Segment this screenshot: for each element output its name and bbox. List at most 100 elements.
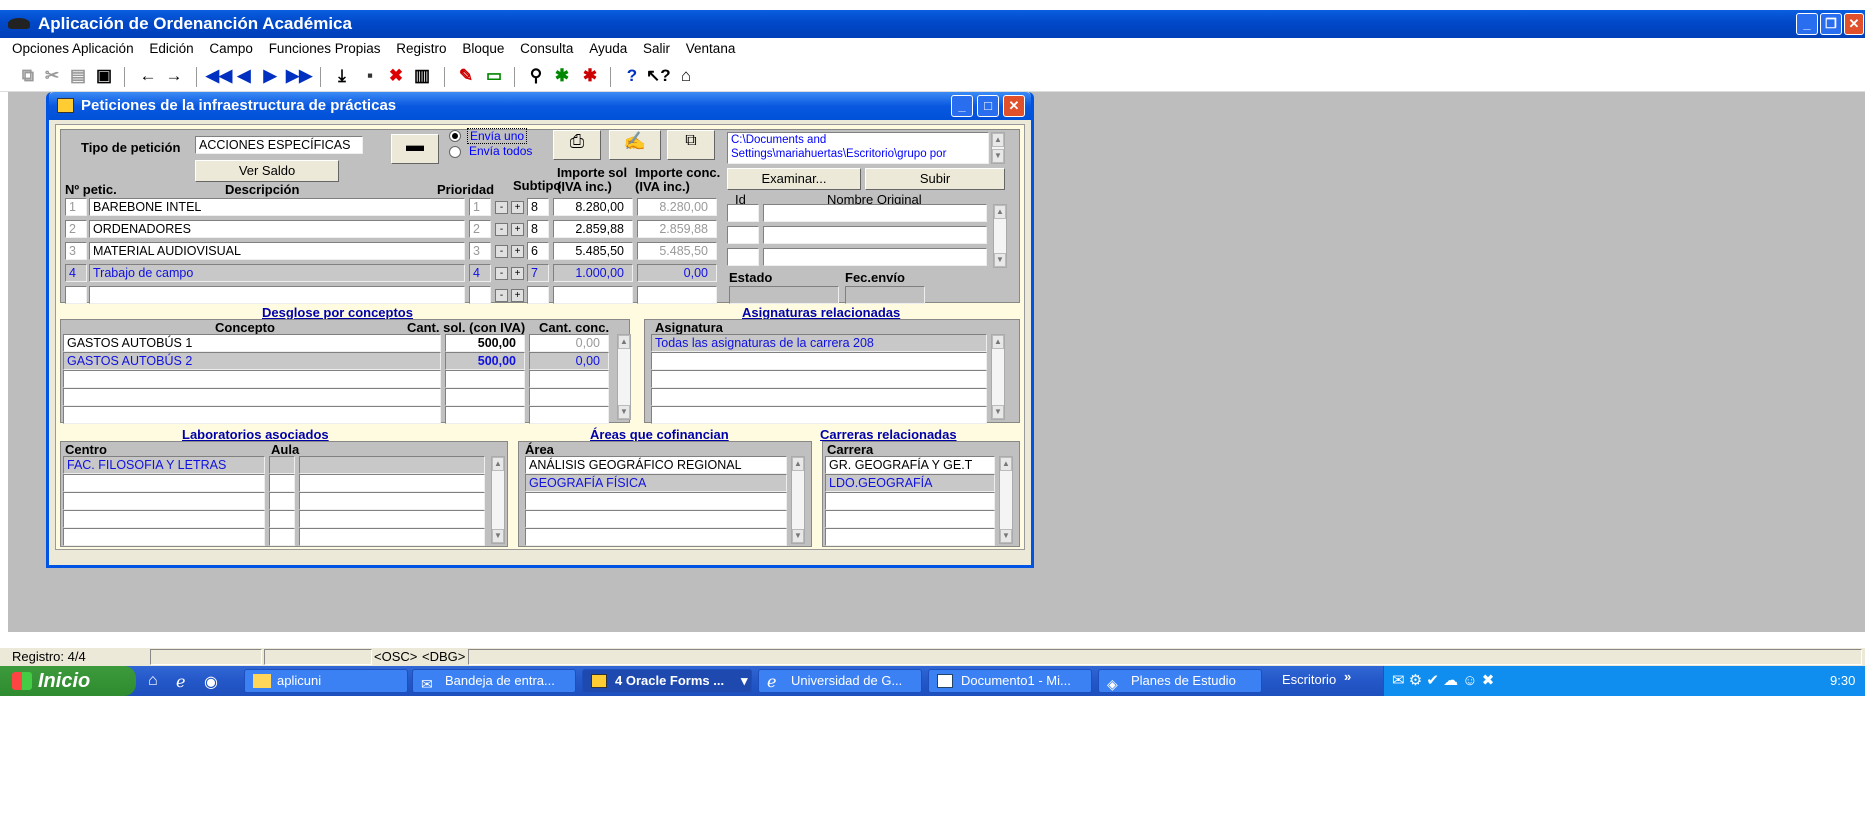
peticion-importe-conc-field[interactable]: [637, 286, 717, 304]
peticion-subtipo-field[interactable]: 8: [527, 198, 549, 216]
radio-envia-todos[interactable]: [449, 146, 461, 158]
peticion-prio-field[interactable]: 1: [469, 198, 491, 216]
menu-ayuda[interactable]: Ayuda: [589, 38, 627, 60]
aula-code-field[interactable]: [269, 474, 295, 492]
back-arrow-icon[interactable]: ←: [136, 65, 160, 87]
peticion-subtipo-field[interactable]: 7: [527, 264, 549, 282]
labs-scroll-up-icon[interactable]: ▲: [492, 457, 504, 471]
carrera-field[interactable]: [825, 492, 995, 510]
download-icon[interactable]: ⤓: [330, 65, 354, 87]
areas-scrollbar[interactable]: ▲ ▼: [791, 456, 805, 544]
peticion-prio-field[interactable]: 4: [469, 264, 491, 282]
peticion-importe-sol-field[interactable]: 2.859,88: [553, 220, 633, 238]
area-field[interactable]: ANÁLISIS GEOGRÁFICO REGIONAL: [525, 456, 787, 474]
centro-field[interactable]: [63, 474, 265, 492]
menu-ventana[interactable]: Ventana: [686, 38, 736, 60]
peticion-desc-field[interactable]: MATERIAL AUDIOVISUAL: [89, 242, 465, 260]
peticion-num-field[interactable]: 2: [65, 220, 87, 238]
examinar-button[interactable]: Examinar...: [727, 168, 861, 190]
centro-field[interactable]: [63, 492, 265, 510]
asignatura-field[interactable]: [651, 352, 987, 370]
decrement-icon[interactable]: -: [495, 223, 508, 236]
card-button[interactable]: ▬: [391, 134, 439, 164]
task-documento1[interactable]: Documento1 - Mi...: [928, 669, 1092, 693]
centro-field[interactable]: FAC. FILOSOFIA Y LETRAS: [63, 456, 265, 474]
increment-icon[interactable]: +: [511, 201, 524, 214]
aula-code-field[interactable]: [269, 492, 295, 510]
menu-opciones[interactable]: Opciones Aplicación: [12, 38, 134, 60]
file-id-field[interactable]: [727, 248, 759, 266]
areas-scroll-down-icon[interactable]: ▼: [792, 529, 804, 543]
scroll-down-icon[interactable]: ▼: [992, 149, 1004, 163]
path-scrollbar[interactable]: ▲ ▼: [991, 132, 1005, 164]
files-scroll-up-icon[interactable]: ▲: [994, 205, 1006, 219]
file-nombre-field[interactable]: [763, 248, 987, 266]
subir-button[interactable]: Subir: [865, 168, 1005, 190]
copy-doc-button[interactable]: ⧉: [667, 130, 715, 160]
start-button[interactable]: Inicio: [0, 666, 136, 696]
centro-field[interactable]: [63, 528, 265, 546]
cant-conc-field[interactable]: [529, 370, 609, 388]
increment-icon[interactable]: +: [511, 289, 524, 302]
peticion-importe-conc-field[interactable]: 2.859,88: [637, 220, 717, 238]
carrera-field[interactable]: GR. GEOGRAFÍA Y GE.T: [825, 456, 995, 474]
paste-special-icon[interactable]: ▣: [92, 65, 116, 87]
cancel-query-icon[interactable]: ✱: [578, 65, 602, 87]
area-field[interactable]: [525, 528, 787, 546]
peticion-importe-conc-field[interactable]: 0,00: [637, 264, 717, 282]
cant-conc-field[interactable]: [529, 388, 609, 406]
peticion-importe-sol-field[interactable]: 1.000,00: [553, 264, 633, 282]
decrement-icon[interactable]: -: [495, 201, 508, 214]
peticion-num-field[interactable]: 1: [65, 198, 87, 216]
peticion-subtipo-field[interactable]: 8: [527, 220, 549, 238]
task-universidad[interactable]: ℯ Universidad de G...: [758, 669, 922, 693]
aula-code-field[interactable]: [269, 456, 295, 474]
peticion-prio-field[interactable]: 2: [469, 220, 491, 238]
cant-conc-field[interactable]: 0,00: [529, 334, 609, 352]
chevron-right-icon[interactable]: »: [1344, 669, 1351, 684]
concepto-field[interactable]: GASTOS AUTOBÚS 1: [63, 334, 441, 352]
peticion-desc-field[interactable]: [89, 286, 465, 304]
aula-name-field[interactable]: [299, 510, 485, 528]
save-icon[interactable]: ▪: [358, 65, 382, 87]
tipo-field[interactable]: ACCIONES ESPECÍFICAS: [195, 136, 363, 154]
execute-query-icon[interactable]: ✱: [550, 65, 574, 87]
cant-sol-field[interactable]: [445, 370, 525, 388]
path-field[interactable]: C:\Documents and Settings\mariahuertas\E…: [727, 132, 989, 164]
peticion-subtipo-field[interactable]: 6: [527, 242, 549, 260]
prev-record-icon[interactable]: ◀: [232, 65, 256, 87]
aula-code-field[interactable]: [269, 528, 295, 546]
asignatura-field[interactable]: [651, 370, 987, 388]
ver-saldo-button[interactable]: Ver Saldo: [195, 160, 339, 182]
peticion-desc-field[interactable]: ORDENADORES: [89, 220, 465, 238]
menu-edicion[interactable]: Edición: [149, 38, 193, 60]
aula-name-field[interactable]: [299, 528, 485, 546]
menu-bloque[interactable]: Bloque: [462, 38, 504, 60]
escritorio-toolbar[interactable]: Escritorio: [1282, 672, 1336, 687]
areas-scroll-up-icon[interactable]: ▲: [792, 457, 804, 471]
duplicate-icon[interactable]: ▥: [410, 65, 434, 87]
help-icon[interactable]: ?: [620, 65, 644, 87]
close-icon[interactable]: ✕: [1844, 13, 1864, 35]
files-scroll-down-icon[interactable]: ▼: [994, 253, 1006, 267]
peticion-desc-field[interactable]: Trabajo de campo: [89, 264, 465, 282]
first-record-icon[interactable]: ◀◀: [206, 65, 232, 87]
asig-scroll-down-icon[interactable]: ▼: [992, 405, 1004, 419]
decrement-icon[interactable]: -: [495, 267, 508, 280]
task-oracle-forms[interactable]: 4 Oracle Forms ... ▾: [582, 669, 752, 693]
forward-arrow-icon[interactable]: →: [162, 65, 186, 87]
task-bandeja[interactable]: ✉ Bandeja de entra...: [412, 669, 576, 693]
menu-funciones[interactable]: Funciones Propias: [269, 38, 381, 60]
cut-icon[interactable]: ✂: [40, 65, 64, 87]
peticion-importe-conc-field[interactable]: 5.485,50: [637, 242, 717, 260]
ie-icon[interactable]: ℯ: [176, 672, 185, 692]
carrera-field[interactable]: [825, 528, 995, 546]
asignatura-field[interactable]: Todas las asignaturas de la carrera 208: [651, 334, 987, 352]
area-field[interactable]: GEOGRAFÍA FÍSICA: [525, 474, 787, 492]
tools-icon[interactable]: ✎: [454, 65, 478, 87]
sign-button[interactable]: ✍: [609, 130, 661, 160]
carreras-scroll-up-icon[interactable]: ▲: [1000, 457, 1012, 471]
concepto-field[interactable]: GASTOS AUTOBÚS 2: [63, 352, 441, 370]
minimize-icon[interactable]: _: [1796, 13, 1818, 35]
peticion-prio-field[interactable]: [469, 286, 491, 304]
